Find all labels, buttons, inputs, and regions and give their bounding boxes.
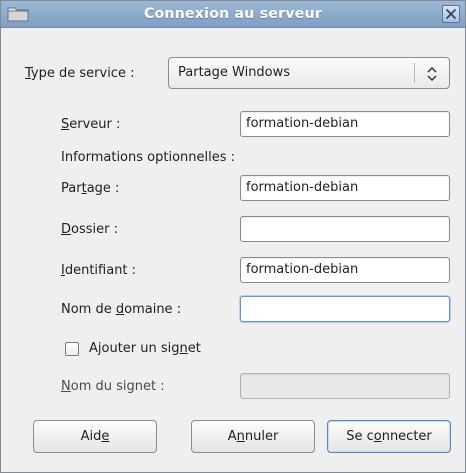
combo-separator: [414, 63, 415, 83]
folder-input[interactable]: [240, 216, 450, 242]
add-bookmark-checkbox[interactable]: [65, 342, 79, 356]
bookmark-name-input[interactable]: [240, 373, 450, 399]
share-input[interactable]: formation-debian: [240, 175, 450, 201]
share-label: Partage :: [61, 181, 120, 196]
updown-arrows-icon: [423, 65, 441, 83]
bookmark-name-label: Nom du signet :: [61, 379, 165, 394]
optional-info-heading: Informations optionnelles :: [61, 150, 236, 165]
close-icon: [443, 9, 459, 26]
help-button[interactable]: Aide: [33, 420, 157, 453]
username-label: Identifiant :: [61, 263, 137, 278]
window-title: Connexion au serveur: [143, 6, 323, 22]
title-bar[interactable]: Connexion au serveur: [1, 1, 465, 28]
connect-button[interactable]: Se connecter: [327, 420, 451, 453]
cancel-button[interactable]: Annuler: [191, 420, 315, 453]
service-type-value: Partage Windows: [178, 65, 291, 80]
add-bookmark-label[interactable]: Ajouter un signet: [89, 341, 201, 356]
service-type-combo[interactable]: Partage Windows: [168, 57, 450, 89]
close-button[interactable]: [442, 5, 460, 23]
connect-to-server-dialog: Connexion au serveur Type de service : P…: [0, 0, 466, 473]
server-label: Serveur :: [61, 117, 121, 132]
service-type-label: Type de service :: [25, 66, 135, 81]
username-input[interactable]: formation-debian: [240, 257, 450, 283]
domain-label: Nom de domaine :: [61, 302, 182, 317]
folder-label: Dossier :: [61, 222, 118, 237]
domain-input[interactable]: [240, 296, 450, 322]
server-input[interactable]: formation-debian: [240, 111, 450, 137]
